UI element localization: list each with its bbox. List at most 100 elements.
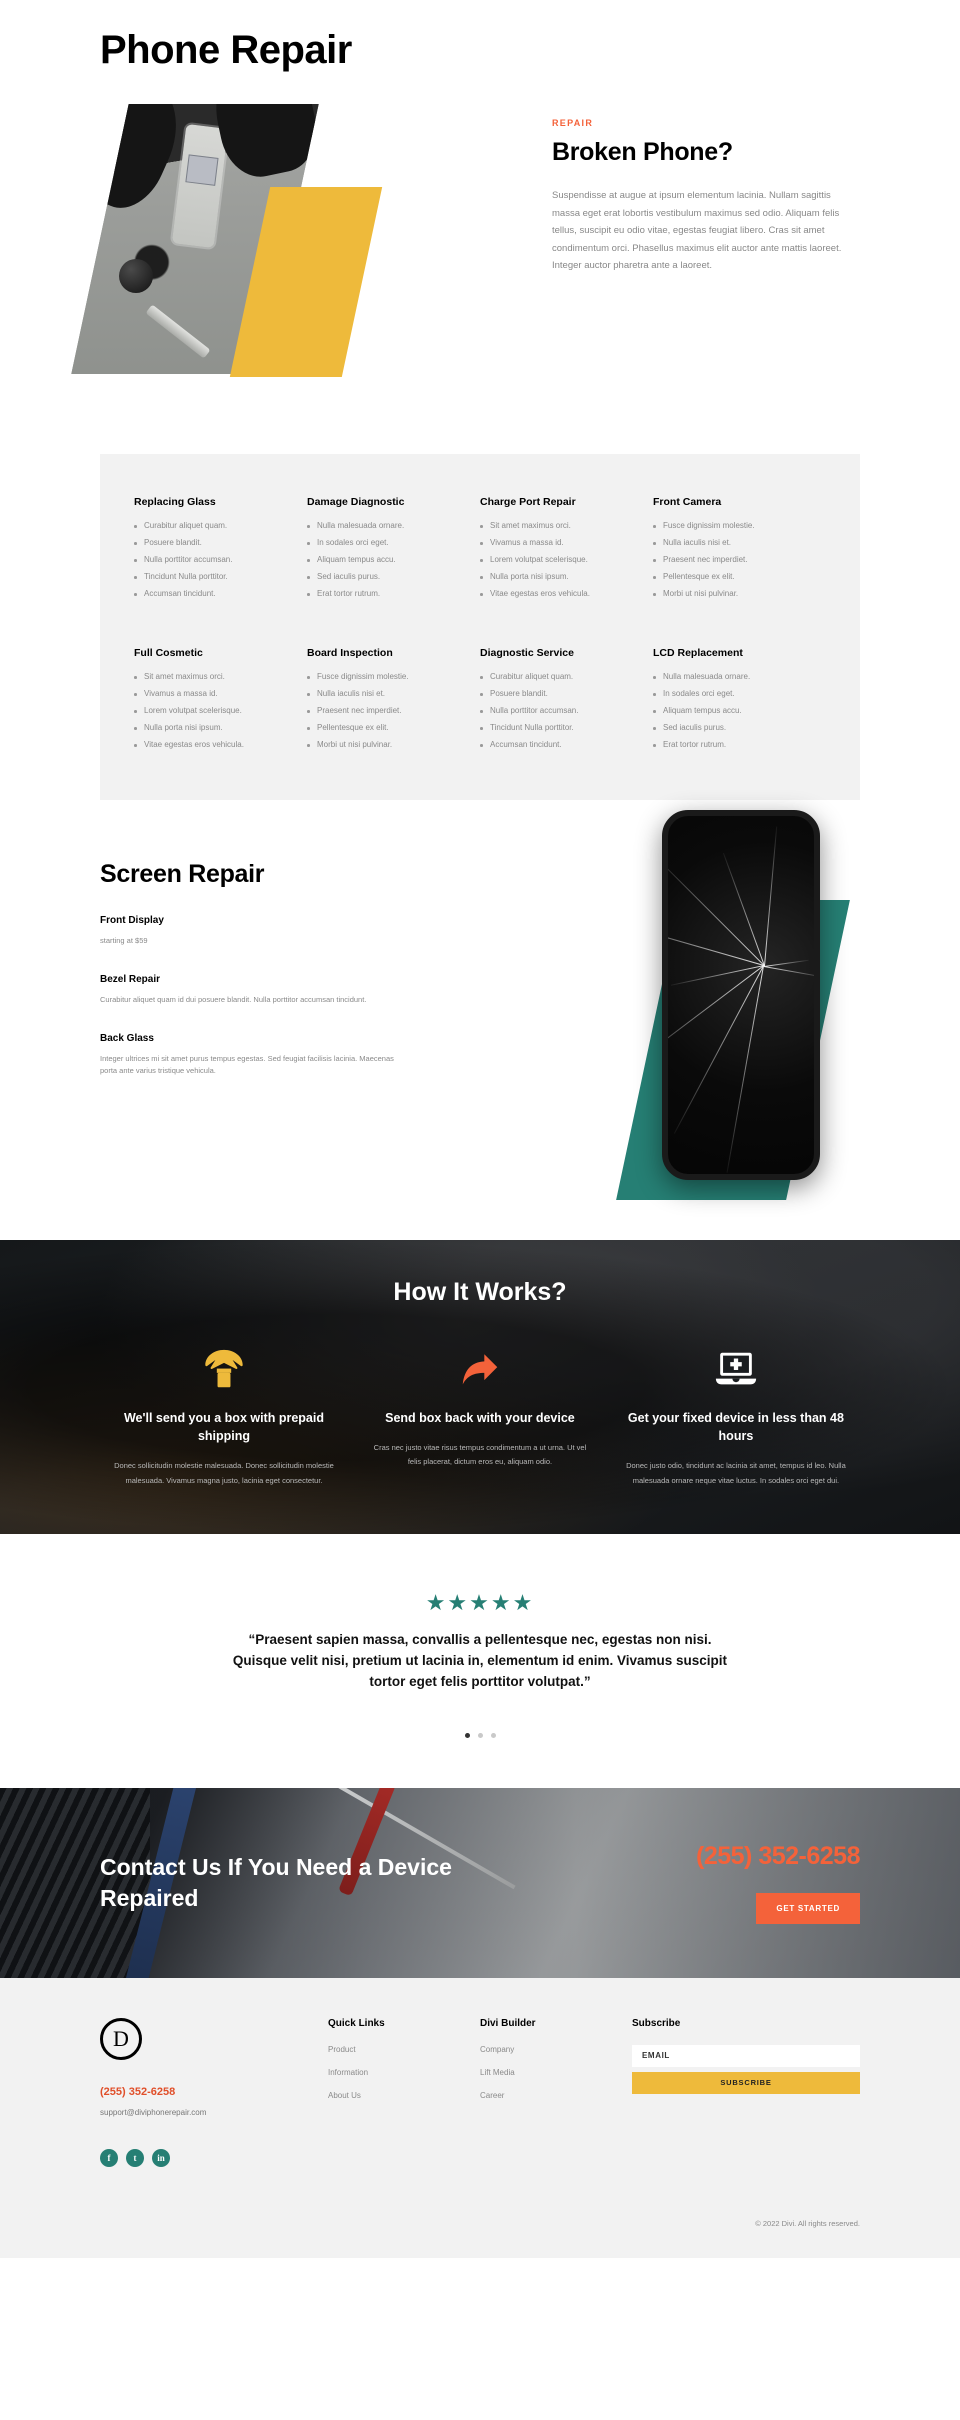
divi-logo-icon: D	[100, 2017, 142, 2060]
service-list-item: Praesent nec imperdiet.	[307, 707, 466, 724]
how-step-text: Donec justo odio, tincidunt ac lacinia s…	[626, 1461, 846, 1485]
service-list-item: Pellentesque ex elit.	[307, 724, 466, 741]
how-step-title: Get your fixed device in less than 48 ho…	[627, 1411, 844, 1444]
service-list-item: Lorem volutpat scelerisque.	[134, 707, 293, 724]
how-step-text: Cras nec justo vitae risus tempus condim…	[373, 1443, 587, 1467]
service-list-item: Pellentesque ex elit.	[653, 573, 812, 590]
how-step-3: Get your fixed device in less than 48 ho…	[608, 1341, 864, 1488]
footer-brand-column: D (255) 352-6258 support@diviphonerepair…	[100, 2017, 328, 2167]
item-text: Integer ultrices mi sit amet purus tempu…	[100, 1053, 394, 1076]
footer: D (255) 352-6258 support@diviphonerepair…	[0, 1977, 960, 2258]
service-title: Replacing Glass	[134, 496, 216, 508]
footer-link-company[interactable]: Company	[480, 2045, 632, 2054]
service-list-item: Nulla iaculis nisi et.	[653, 539, 812, 556]
twitter-icon[interactable]: t	[126, 2148, 144, 2167]
page-root: Phone Repair REPAIR Broken Phone? Suspen…	[0, 0, 960, 2258]
service-list-item: Sit amet maximus orci.	[134, 673, 293, 690]
service-list-item: Vivamus a massa id.	[134, 690, 293, 707]
service-list-item: Nulla malesuada ornare.	[653, 673, 812, 690]
facebook-icon[interactable]: f	[100, 2148, 118, 2167]
parachute-box-icon	[112, 1341, 336, 1399]
subscribe-button[interactable]: SUBSCRIBE	[632, 2071, 860, 2094]
service-title: Front Camera	[653, 496, 722, 508]
screen-repair-item-front-display: Front Display starting at $59	[100, 915, 400, 948]
service-column-diagnostic-service: Diagnostic Service Curabitur aliquet qua…	[480, 647, 653, 758]
slider-dot-3[interactable]	[490, 1732, 496, 1738]
service-list: Sit amet maximus orci. Vivamus a massa i…	[480, 522, 639, 607]
screen-repair-content: Screen Repair Front Display starting at …	[0, 860, 400, 1078]
rating-stars: ★★★★★	[425, 1589, 535, 1615]
cracked-phone-image	[662, 810, 820, 1180]
service-list-item: Sed iaculis purus.	[653, 724, 812, 741]
service-list: Nulla malesuada ornare. In sodales orci …	[653, 673, 812, 758]
how-step-title: Send box back with your device	[385, 1411, 575, 1425]
screen-repair-visual	[600, 810, 860, 1210]
email-field[interactable]	[632, 2044, 860, 2067]
service-list-item: Nulla malesuada ornare.	[307, 522, 466, 539]
service-list-item: Sed iaculis purus.	[307, 573, 466, 590]
slider-dot-2[interactable]	[477, 1732, 483, 1738]
footer-phone[interactable]: (255) 352-6258	[100, 2086, 328, 2098]
service-list-item: Nulla porttitor accumsan.	[480, 707, 639, 724]
service-title: Full Cosmetic	[134, 647, 203, 659]
slider-dot-1[interactable]	[464, 1732, 470, 1738]
service-list-item: Accumsan tincidunt.	[134, 590, 293, 607]
screen-repair-item-bezel-repair: Bezel Repair Curabitur aliquet quam id d…	[100, 974, 400, 1007]
service-list: Sit amet maximus orci. Vivamus a massa i…	[134, 673, 293, 758]
cta-action-block: (255) 352-6258 GET STARTED	[465, 1842, 860, 1924]
service-list-item: Praesent nec imperdiet.	[653, 556, 812, 573]
item-text: starting at $59	[100, 936, 148, 945]
footer-link-lift-media[interactable]: Lift Media	[480, 2068, 632, 2077]
service-list-item: In sodales orci eget.	[653, 690, 812, 707]
service-column-full-cosmetic: Full Cosmetic Sit amet maximus orci. Viv…	[134, 647, 307, 758]
service-list-item: Fusce dignissim molestie.	[653, 522, 812, 539]
service-list-item: Tincidunt Nulla porttitor.	[480, 724, 639, 741]
how-step-title: We'll send you a box with prepaid shippi…	[123, 1411, 324, 1444]
item-text: Curabitur aliquet quam id dui posuere bl…	[100, 994, 367, 1004]
service-title: LCD Replacement	[653, 647, 743, 659]
footer-email[interactable]: support@diviphonerepair.com	[100, 2108, 328, 2117]
hero-text-block: REPAIR Broken Phone? Suspendisse at augu…	[552, 118, 842, 275]
service-list-item: Erat tortor rutrum.	[653, 741, 812, 758]
service-column-front-camera: Front Camera Fusce dignissim molestie. N…	[653, 496, 826, 607]
footer-link-information[interactable]: Information	[328, 2068, 480, 2077]
service-column-replacing-glass: Replacing Glass Curabitur aliquet quam. …	[134, 496, 307, 607]
service-list-item: Nulla porttitor accumsan.	[134, 556, 293, 573]
service-list-item: Sit amet maximus orci.	[480, 522, 639, 539]
how-it-works-steps: We'll send you a box with prepaid shippi…	[0, 1341, 960, 1488]
linkedin-icon[interactable]: in	[152, 2148, 170, 2167]
service-column-charge-port-repair: Charge Port Repair Sit amet maximus orci…	[480, 496, 653, 607]
services-section: Replacing Glass Curabitur aliquet quam. …	[0, 394, 960, 800]
get-started-button[interactable]: GET STARTED	[756, 1892, 860, 1924]
how-it-works-title: How It Works?	[393, 1278, 567, 1306]
service-list-item: Erat tortor rutrum.	[307, 590, 466, 607]
service-list-item: Posuere blandit.	[134, 539, 293, 556]
footer-link-about-us[interactable]: About Us	[328, 2091, 480, 2100]
cta-text-block: Contact Us If You Need a Device Repaired	[100, 1852, 465, 1913]
page-title: Phone Repair	[100, 28, 352, 72]
how-step-1: We'll send you a box with prepaid shippi…	[96, 1341, 352, 1488]
service-list-item: Aliquam tempus accu.	[307, 556, 466, 573]
services-row: Full Cosmetic Sit amet maximus orci. Viv…	[134, 647, 826, 758]
cta-phone-number[interactable]: (255) 352-6258	[505, 1842, 860, 1871]
footer-link-product[interactable]: Product	[328, 2045, 480, 2054]
cta-heading: Contact Us If You Need a Device Repaired	[100, 1854, 452, 1911]
service-list-item: Posuere blandit.	[480, 690, 639, 707]
footer-link-career[interactable]: Career	[480, 2091, 632, 2100]
hero-eyebrow: REPAIR	[552, 118, 594, 128]
service-list: Fusce dignissim molestie. Nulla iaculis …	[653, 522, 812, 607]
hero-section: Phone Repair REPAIR Broken Phone? Suspen…	[0, 0, 960, 394]
service-column-damage-diagnostic: Damage Diagnostic Nulla malesuada ornare…	[307, 496, 480, 607]
service-list-item: Nulla porta nisi ipsum.	[134, 724, 293, 741]
slider-dots[interactable]	[0, 1732, 960, 1738]
how-it-works-section: How It Works? We'll send you a box with …	[0, 1240, 960, 1534]
service-list-item: Accumsan tincidunt.	[480, 741, 639, 758]
service-list: Nulla malesuada ornare. In sodales orci …	[307, 522, 466, 607]
services-grid: Replacing Glass Curabitur aliquet quam. …	[100, 454, 860, 800]
service-list-item: In sodales orci eget.	[307, 539, 466, 556]
copyright-text: © 2022 Divi. All rights reserved.	[755, 2218, 860, 2228]
service-list: Fusce dignissim molestie. Nulla iaculis …	[307, 673, 466, 758]
screen-repair-heading: Screen Repair	[100, 860, 265, 888]
service-list-item: Morbi ut nisi pulvinar.	[307, 741, 466, 758]
service-list-item: Vivamus a massa id.	[480, 539, 639, 556]
